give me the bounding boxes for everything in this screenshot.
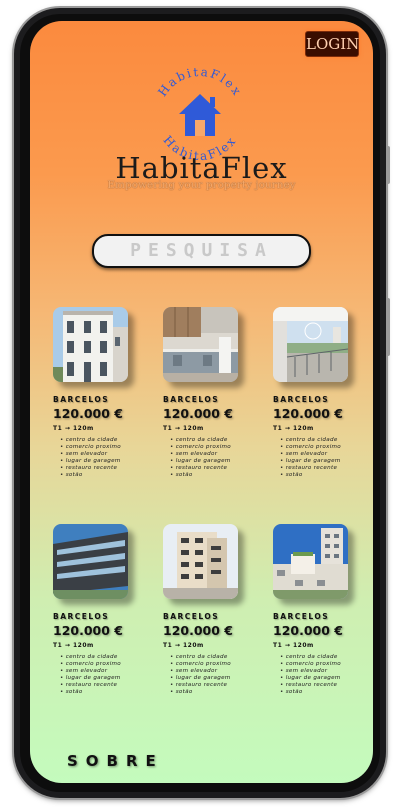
apartment-block-photo	[163, 524, 238, 599]
feature-item: centro da cidade	[170, 654, 255, 661]
listing-card[interactable]: BARCELOS 120.000 € T1 → 120m centro da c…	[53, 307, 145, 479]
listing-features: centro da cidade comercio proximo sem el…	[163, 437, 255, 479]
listing-typology: T1 → 120m	[163, 425, 204, 432]
listing-typology: T1 → 120m	[273, 425, 314, 432]
feature-item: comercio proximo	[280, 444, 365, 451]
feature-item: sem elevador	[60, 668, 145, 675]
feature-item: restauro recente	[60, 465, 145, 472]
feature-item: restauro recente	[170, 682, 255, 689]
listing-typology: T1 → 120m	[53, 642, 94, 649]
listing-features: centro da cidade comercio proximo sem el…	[273, 437, 365, 479]
feature-item: restauro recente	[280, 465, 365, 472]
listing-typology: T1 → 120m	[273, 642, 314, 649]
house-icon	[179, 94, 221, 136]
feature-item: comercio proximo	[280, 661, 365, 668]
feature-item: lugar de garagem	[60, 458, 145, 465]
listing-city: BARCELOS	[53, 612, 110, 621]
listing-city: BARCELOS	[163, 612, 220, 621]
feature-item: sem elevador	[280, 668, 365, 675]
balcony-view-photo	[273, 307, 348, 382]
listing-city: BARCELOS	[273, 395, 330, 404]
listing-card[interactable]: BARCELOS 120.000 € T1 → 120m centro da c…	[273, 307, 365, 479]
feature-item: comercio proximo	[60, 661, 145, 668]
feature-item: centro da cidade	[60, 437, 145, 444]
feature-item: lugar de garagem	[60, 675, 145, 682]
listing-features: centro da cidade comercio proximo sem el…	[53, 437, 145, 479]
logo-ring-text-top: HabitaFlex	[155, 65, 243, 99]
listing-typology: T1 → 120m	[53, 425, 94, 432]
listing-typology: T1 → 120m	[163, 642, 204, 649]
feature-item: comercio proximo	[170, 661, 255, 668]
kitchen-interior-photo	[163, 307, 238, 382]
listing-price: 120.000 €	[273, 406, 343, 421]
feature-item: centro da cidade	[170, 437, 255, 444]
feature-item: centro da cidade	[280, 654, 365, 661]
feature-item: lugar de garagem	[280, 458, 365, 465]
feature-item: restauro recente	[170, 465, 255, 472]
brand-tagline: Empowering your property journey	[107, 179, 296, 191]
listing-features: centro da cidade comercio proximo sem el…	[163, 654, 255, 696]
login-button[interactable]: LOGIN	[305, 31, 359, 57]
search-button[interactable]: PESQUISA	[92, 234, 311, 268]
listing-card[interactable]: BARCELOS 120.000 € T1 → 120m centro da c…	[53, 524, 145, 696]
svg-text:HabitaFlex: HabitaFlex	[155, 65, 245, 99]
feature-item: lugar de garagem	[170, 675, 255, 682]
app-screen: LOGIN HabitaFlex HabitaFlex HabitaFlex E…	[30, 21, 373, 783]
city-rooftop-photo	[273, 524, 348, 599]
power-button	[386, 146, 390, 184]
feature-item: restauro recente	[280, 682, 365, 689]
feature-item: sotão	[280, 472, 365, 479]
feature-item: sotão	[170, 472, 255, 479]
feature-item: sotão	[280, 689, 365, 696]
about-link[interactable]: SOBRE	[67, 752, 164, 770]
feature-item: sotão	[60, 472, 145, 479]
listing-card[interactable]: BARCELOS 120.000 € T1 → 120m centro da c…	[163, 524, 255, 696]
volume-button	[386, 298, 390, 356]
feature-item: sem elevador	[60, 451, 145, 458]
feature-item: centro da cidade	[60, 654, 145, 661]
feature-item: sem elevador	[170, 668, 255, 675]
modern-building-photo	[53, 524, 128, 599]
listing-city: BARCELOS	[163, 395, 220, 404]
feature-item: restauro recente	[60, 682, 145, 689]
feature-item: centro da cidade	[280, 437, 365, 444]
listing-features: centro da cidade comercio proximo sem el…	[53, 654, 145, 696]
feature-item: sem elevador	[170, 451, 255, 458]
listing-city: BARCELOS	[273, 612, 330, 621]
listing-features: centro da cidade comercio proximo sem el…	[273, 654, 365, 696]
listing-card[interactable]: BARCELOS 120.000 € T1 → 120m centro da c…	[163, 307, 255, 479]
listing-price: 120.000 €	[163, 406, 233, 421]
listing-price: 120.000 €	[273, 623, 343, 638]
feature-item: comercio proximo	[60, 444, 145, 451]
feature-item: sotão	[60, 689, 145, 696]
listing-price: 120.000 €	[53, 623, 123, 638]
listing-price: 120.000 €	[53, 406, 123, 421]
feature-item: lugar de garagem	[280, 675, 365, 682]
feature-item: sotão	[170, 689, 255, 696]
feature-item: sem elevador	[280, 451, 365, 458]
feature-item: comercio proximo	[170, 444, 255, 451]
listing-card[interactable]: BARCELOS 120.000 € T1 → 120m centro da c…	[273, 524, 365, 696]
feature-item: lugar de garagem	[170, 458, 255, 465]
white-townhouse-photo	[53, 307, 128, 382]
listing-city: BARCELOS	[53, 395, 110, 404]
listing-price: 120.000 €	[163, 623, 233, 638]
